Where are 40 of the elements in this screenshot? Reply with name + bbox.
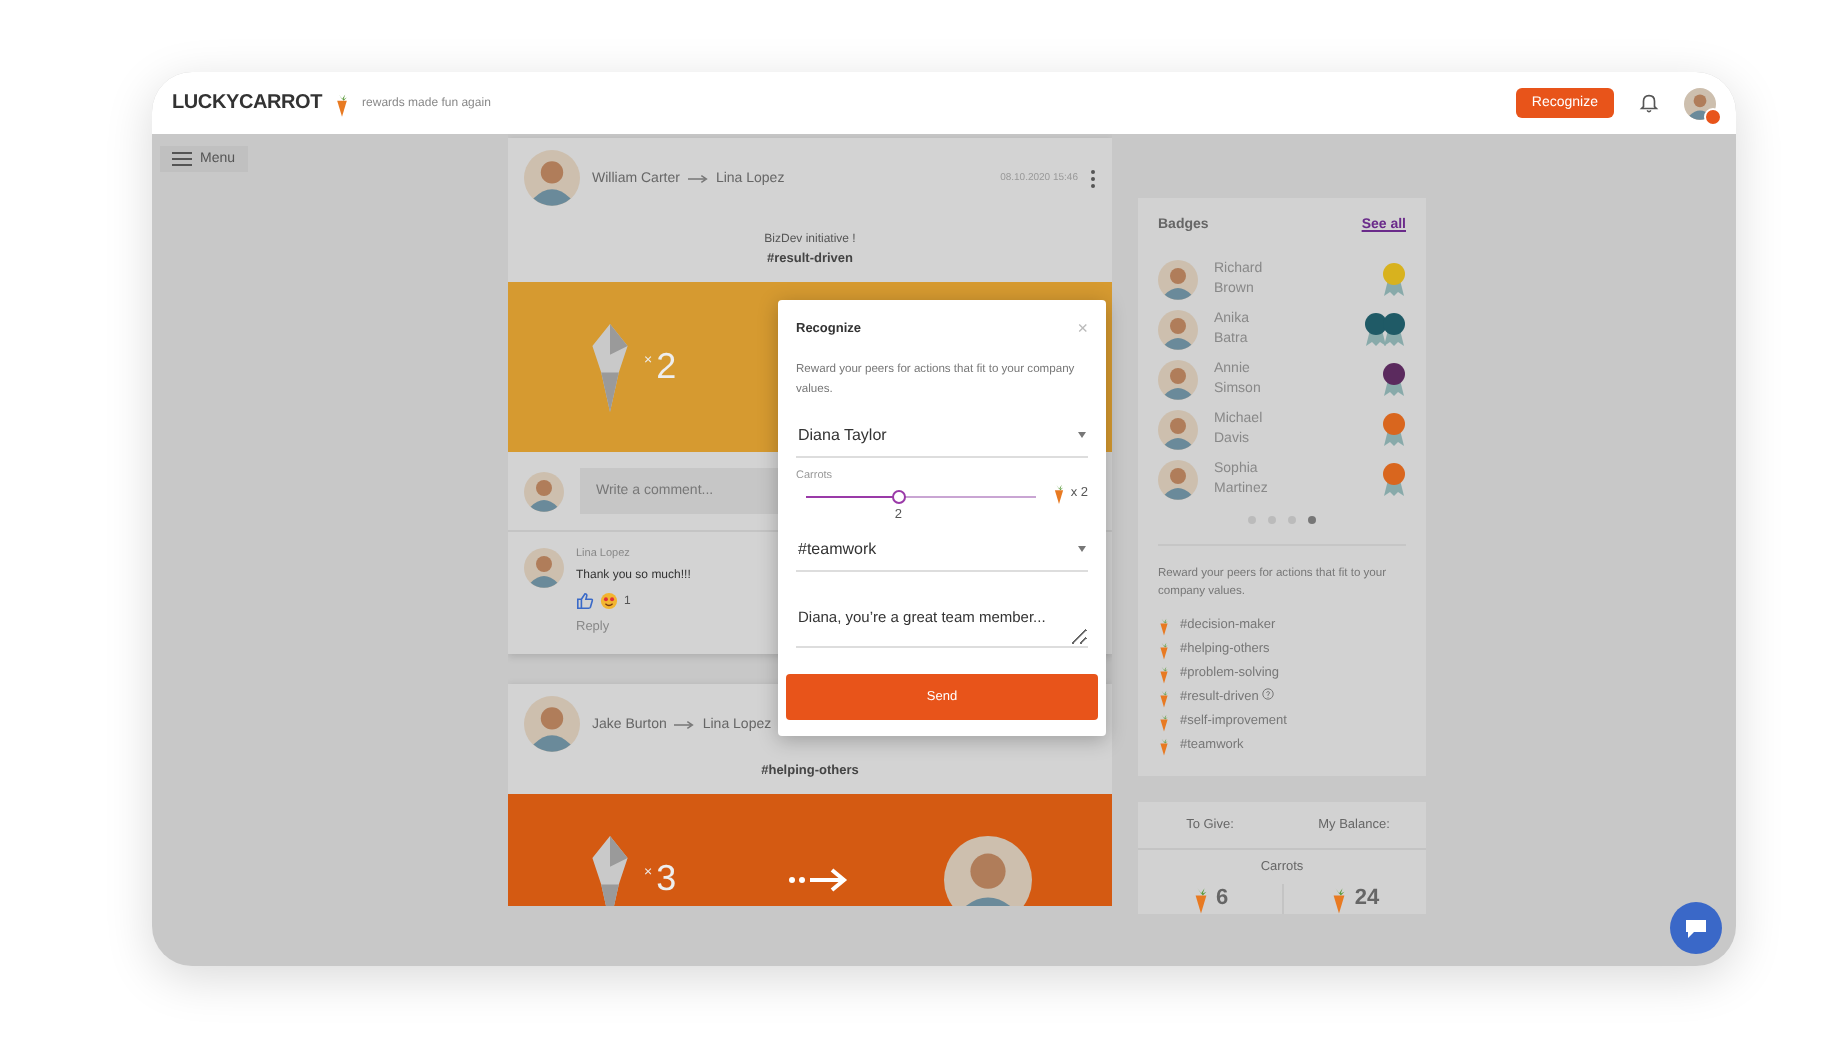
crystal-icon [588, 835, 632, 906]
carrot-icon [1158, 735, 1170, 756]
avatar-icon [1158, 460, 1198, 500]
carrot-icon [1158, 663, 1170, 684]
avatar-icon [1158, 310, 1198, 350]
balance-count: 24 [1354, 886, 1380, 911]
more-icon[interactable] [1090, 169, 1096, 187]
hashtag-dropdown[interactable]: #teamwork [796, 527, 1088, 572]
dotted-arrow-icon [788, 867, 849, 891]
heart-eyes-emoji-icon[interactable] [600, 592, 618, 610]
avatar-icon [1158, 260, 1198, 300]
avatar-icon [524, 150, 580, 206]
carrot-icon [1158, 615, 1170, 636]
chat-icon [1684, 916, 1708, 940]
arrow-icon [687, 173, 708, 183]
carrot-logo-icon [334, 89, 351, 117]
arrow-icon [674, 719, 695, 729]
logo-text: LUCKYCARROT [172, 92, 323, 114]
caret-icon [1078, 545, 1086, 552]
carrot-icon [1158, 687, 1170, 708]
avatar-icon [524, 696, 580, 752]
carrot-icon [1052, 481, 1067, 504]
avatar-icon [1684, 87, 1716, 119]
avatar-icon [524, 548, 564, 588]
avatar-icon [1158, 360, 1198, 400]
help-icon[interactable] [1262, 687, 1275, 700]
recipient-dropdown[interactable]: Diana Taylor [796, 413, 1088, 458]
avatar-icon [1158, 410, 1198, 450]
crystal-icon [588, 323, 632, 411]
bell-icon[interactable] [1638, 92, 1660, 114]
page-dot[interactable] [1308, 516, 1316, 524]
menu-icon [172, 152, 192, 166]
carrot-icon [1158, 639, 1170, 660]
avatar-icon [524, 471, 564, 511]
to-give-count: 6 [1215, 886, 1229, 911]
caret-icon [1078, 431, 1086, 438]
carrot-icon [1158, 711, 1170, 732]
avatar-icon [944, 835, 1032, 906]
thumbs-up-icon[interactable] [576, 592, 594, 610]
slider-thumb[interactable] [891, 489, 906, 504]
